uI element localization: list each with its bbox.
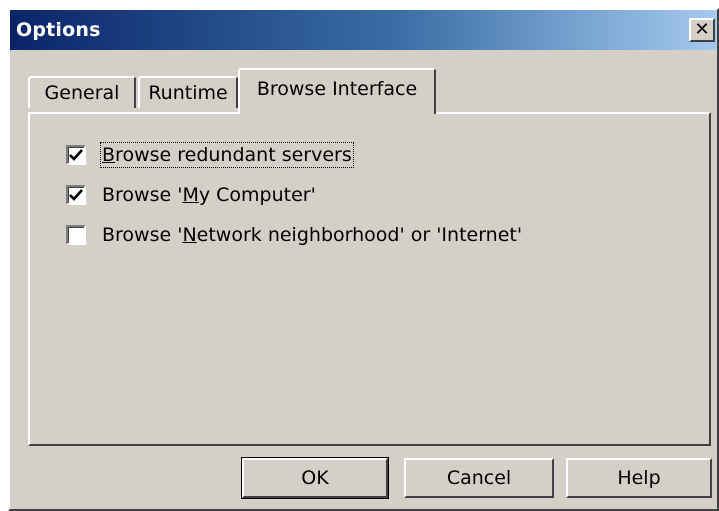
tab-label: General [44,82,120,104]
close-icon: ✕ [694,19,710,40]
checkmark-icon [69,189,83,201]
title-bar[interactable]: Options ✕ [10,10,717,50]
tab-panel-browse-interface: Browse redundant servers Browse 'My Comp… [28,112,711,446]
help-button-label: Help [617,467,661,489]
browse-network-neighborhood-checkbox[interactable] [66,225,86,245]
tab-browse-interface[interactable]: Browse Interface [238,68,436,114]
browse-redundant-servers-checkbox[interactable] [66,145,86,165]
browse-network-neighborhood-label: Browse 'Network neighborhood' or 'Intern… [102,224,523,246]
ok-button[interactable]: OK [241,457,389,499]
cancel-button-label: Cancel [446,467,512,489]
browse-network-neighborhood-option[interactable]: Browse 'Network neighborhood' or 'Intern… [66,224,522,246]
tab-label: Browse Interface [256,78,418,100]
cancel-button[interactable]: Cancel [404,458,554,498]
options-dialog: Options ✕ General Runtime Browse Interfa… [8,8,719,511]
close-button[interactable]: ✕ [689,18,715,42]
tab-runtime[interactable]: Runtime [138,76,238,108]
browse-redundant-servers-label: Browse redundant servers [100,142,354,168]
window-title: Options [16,19,101,41]
checkmark-icon [69,149,83,161]
browse-redundant-servers-option[interactable]: Browse redundant servers [66,142,354,168]
browse-my-computer-checkbox[interactable] [66,185,86,205]
tab-label: Runtime [148,82,228,104]
ok-button-label: OK [301,467,329,489]
browse-my-computer-option[interactable]: Browse 'My Computer' [66,184,316,206]
browse-my-computer-label: Browse 'My Computer' [102,184,316,206]
help-button[interactable]: Help [566,458,712,498]
tab-general[interactable]: General [28,76,136,108]
